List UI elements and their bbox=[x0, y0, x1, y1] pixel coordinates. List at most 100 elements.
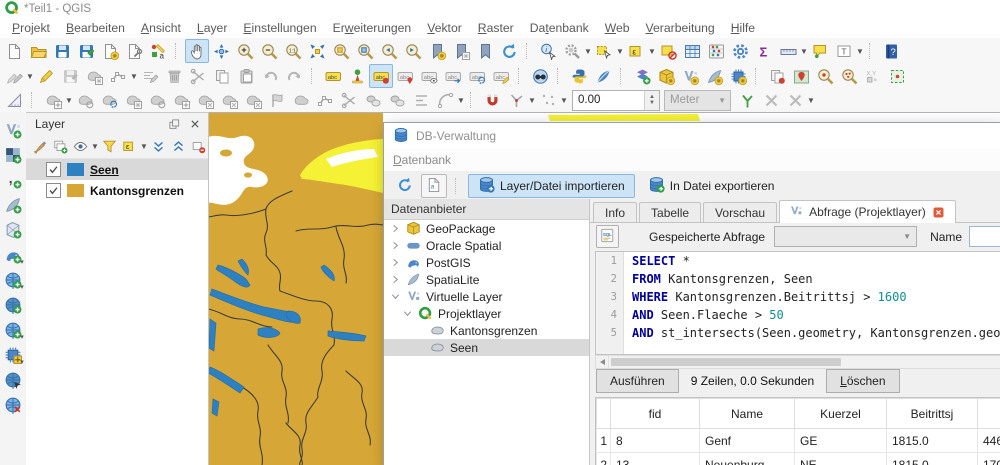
tab-tabelle[interactable]: Tabelle bbox=[639, 202, 702, 222]
text-annotation-button[interactable]: T bbox=[832, 39, 856, 63]
export-file-button[interactable]: In Datei exportieren bbox=[638, 174, 785, 198]
current-edits-button[interactable] bbox=[2, 64, 26, 88]
sql-window-button[interactable]: a bbox=[421, 174, 447, 198]
circular-string-button[interactable] bbox=[433, 88, 457, 112]
zoom-to-points-button[interactable] bbox=[837, 64, 861, 88]
vertex-tool-button[interactable] bbox=[106, 64, 130, 88]
delete-ring-button[interactable] bbox=[217, 88, 241, 112]
import-layer-button[interactable]: Layer/Datei importieren bbox=[468, 174, 635, 198]
save-project-as-button[interactable] bbox=[74, 39, 98, 63]
add-spatialite-layer-button[interactable] bbox=[1, 195, 25, 218]
new-shapefile-layer-button[interactable] bbox=[678, 64, 702, 88]
menu-bearbeiten[interactable]: Bearbeiten bbox=[58, 19, 133, 37]
delete-part-button[interactable] bbox=[241, 88, 265, 112]
remove-layer-button[interactable] bbox=[189, 137, 208, 156]
manage-map-themes-button[interactable] bbox=[71, 137, 90, 156]
new-bookmark-button[interactable] bbox=[425, 39, 449, 63]
plugin-tool-button[interactable] bbox=[591, 64, 615, 88]
merge-attributes-button[interactable] bbox=[385, 88, 409, 112]
add-vector-layer-button[interactable] bbox=[1, 120, 25, 143]
add-part-button[interactable] bbox=[169, 88, 193, 112]
add-wfs-layer-dropdown-arrow-icon[interactable]: ▾ bbox=[18, 333, 26, 341]
scrollbar-thumb[interactable] bbox=[611, 358, 841, 366]
tab-vorschau[interactable]: Vorschau bbox=[703, 202, 778, 222]
tree-item-kantonsgrenzen[interactable]: Kantonsgrenzen bbox=[384, 322, 589, 339]
redo-button[interactable] bbox=[282, 64, 306, 88]
execute-button[interactable]: Ausführen bbox=[596, 369, 679, 393]
highlight-pinned-labels-button[interactable]: abc bbox=[369, 64, 393, 88]
column-header-fid[interactable]: fid bbox=[610, 398, 700, 429]
move-feature-button[interactable] bbox=[41, 88, 65, 112]
select-by-rectangle-button[interactable] bbox=[592, 39, 616, 63]
new-project-button[interactable] bbox=[2, 39, 26, 63]
add-raster-layer-button[interactable] bbox=[1, 145, 25, 168]
menu-einstellungen[interactable]: Einstellungen bbox=[235, 19, 324, 37]
new-spatialite-layer-button[interactable] bbox=[702, 64, 726, 88]
row-number-header[interactable] bbox=[596, 398, 611, 429]
style-manager-button[interactable]: a bbox=[146, 39, 170, 63]
tree-item-virtuelle-layer[interactable]: Virtuelle Layer bbox=[384, 288, 589, 305]
rotate-feature-button[interactable] bbox=[97, 88, 121, 112]
python-console-button[interactable] bbox=[567, 64, 591, 88]
map-tips-button[interactable] bbox=[808, 39, 832, 63]
add-virtual-layer-dropdown-arrow-icon[interactable]: ▾ bbox=[18, 358, 26, 366]
expand-all-button[interactable] bbox=[149, 137, 168, 156]
new-memory-layer-button[interactable] bbox=[726, 64, 750, 88]
tree-item-seen[interactable]: Seen bbox=[384, 339, 589, 356]
enable-snapping-button[interactable] bbox=[480, 88, 504, 112]
zoom-to-point-button[interactable] bbox=[813, 64, 837, 88]
add-arcgis-feature-layer-button[interactable] bbox=[1, 370, 25, 393]
tree-expander-icon[interactable] bbox=[389, 224, 401, 233]
close-tab-icon[interactable] bbox=[932, 205, 946, 219]
help-button[interactable]: ? bbox=[879, 39, 903, 63]
canvas-extent-button[interactable] bbox=[885, 64, 909, 88]
pan-map-button[interactable] bbox=[185, 39, 209, 63]
move-feature-dropdown-arrow-icon[interactable]: ▼ bbox=[65, 96, 73, 105]
tab-info[interactable]: Info bbox=[593, 202, 638, 222]
processing-toolbox-button[interactable] bbox=[728, 39, 752, 63]
measure-button[interactable] bbox=[776, 39, 800, 63]
pan-to-selection-button[interactable] bbox=[209, 39, 233, 63]
add-wfs-layer-button[interactable]: ▾ bbox=[1, 320, 25, 343]
bookmark-manager-button[interactable] bbox=[473, 39, 497, 63]
select-by-rectangle-dropdown-arrow-icon[interactable]: ▼ bbox=[616, 47, 624, 56]
editor-hscrollbar[interactable] bbox=[595, 355, 1000, 369]
add-postgis-layer-button[interactable]: ▾ bbox=[1, 245, 25, 268]
osm-place-search-button[interactable] bbox=[789, 64, 813, 88]
tree-item-spatialite[interactable]: SpatiaLite bbox=[384, 271, 589, 288]
manage-map-themes-dropdown-arrow-icon[interactable]: ▼ bbox=[91, 142, 99, 151]
circular-string-dropdown-arrow-icon[interactable]: ▼ bbox=[457, 96, 465, 105]
modify-attributes-button[interactable] bbox=[138, 64, 162, 88]
metasearch-button[interactable] bbox=[528, 64, 552, 88]
merge-features-button[interactable] bbox=[361, 88, 385, 112]
add-feature-button[interactable] bbox=[82, 64, 106, 88]
menu-web[interactable]: Web bbox=[597, 19, 638, 37]
add-delimited-text-layer-button[interactable]: , bbox=[1, 170, 25, 193]
clear-button[interactable]: Löschen bbox=[826, 369, 900, 393]
save-project-button[interactable] bbox=[50, 39, 74, 63]
coordinate-capture-button[interactable]: X,Y bbox=[861, 64, 885, 88]
reshape-features-button[interactable] bbox=[265, 88, 289, 112]
tree-item-geopackage[interactable]: GeoPackage bbox=[384, 220, 589, 237]
undo-button[interactable] bbox=[258, 64, 282, 88]
measure-dropdown-arrow-icon[interactable]: ▼ bbox=[800, 47, 808, 56]
open-attribute-table-button[interactable] bbox=[680, 39, 704, 63]
field-calculator-button[interactable] bbox=[704, 39, 728, 63]
dialog-titlebar[interactable]: DB-Verwaltung bbox=[384, 123, 1000, 149]
tree-item-oracle-spatial[interactable]: Oracle Spatial bbox=[384, 237, 589, 254]
saved-query-button[interactable]: SQL bbox=[596, 225, 619, 248]
move-label-button[interactable]: abc bbox=[441, 64, 465, 88]
offset-curve-button[interactable] bbox=[289, 88, 313, 112]
close-panel-icon[interactable] bbox=[187, 117, 202, 132]
self-snapping-button[interactable] bbox=[536, 88, 560, 112]
copy-features-button[interactable] bbox=[210, 64, 234, 88]
table-row[interactable]: 213NeuenburgNE1815.01709 bbox=[596, 452, 1000, 465]
menu-ansicht[interactable]: Ansicht bbox=[133, 19, 189, 37]
snapping-options-dropdown-arrow-icon[interactable]: ▼ bbox=[807, 96, 815, 105]
layer-labeling-button[interactable]: abc bbox=[321, 64, 345, 88]
open-layer-styling-button[interactable] bbox=[31, 137, 50, 156]
add-arcgis-map-layer-button[interactable] bbox=[1, 395, 25, 418]
sql-editor[interactable]: 1 SELECT * 2 FROM Kantonsgrenzen, Seen 3 WHER… bbox=[595, 251, 1000, 355]
menu-projekt[interactable]: Projekt bbox=[4, 19, 58, 37]
zoom-to-layer-button[interactable] bbox=[353, 39, 377, 63]
